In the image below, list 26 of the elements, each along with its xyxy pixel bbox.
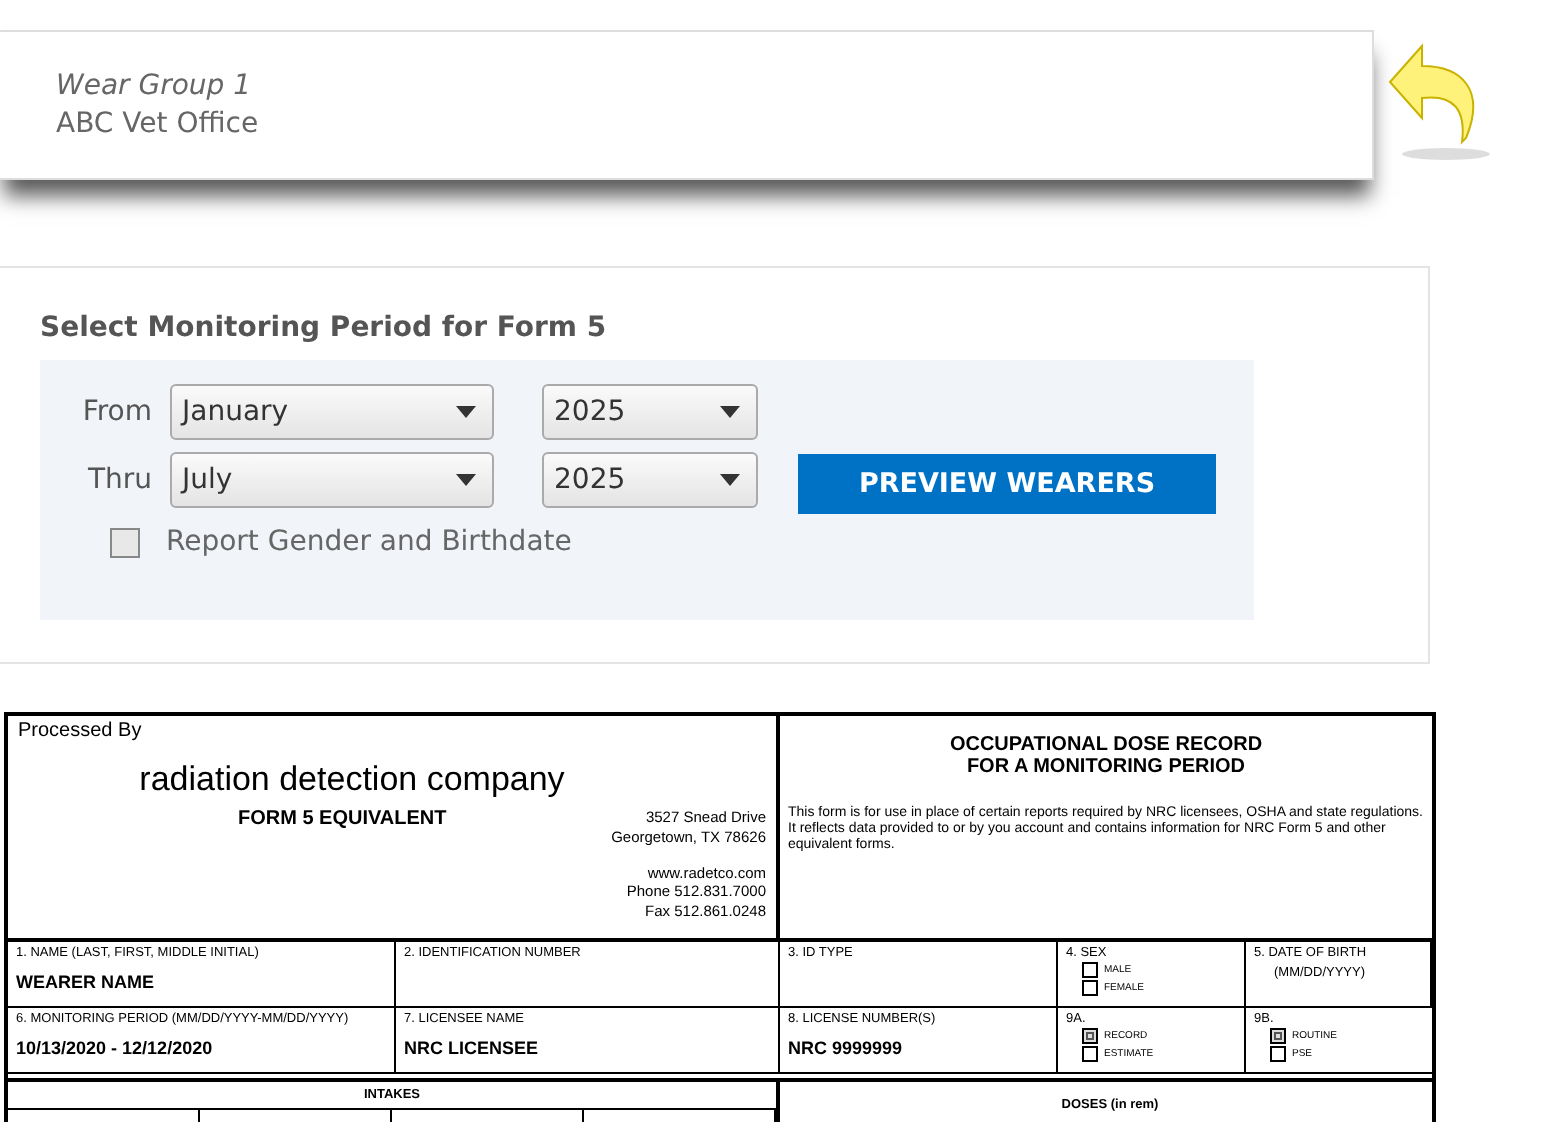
processed-by-label: Processed By — [18, 720, 144, 742]
year-select[interactable]: 2025 — [542, 384, 758, 440]
group-name: Wear Group 1 — [56, 70, 254, 102]
month-select[interactable]: July — [170, 452, 494, 508]
office-name: ABC Vet Office — [56, 108, 261, 140]
field-value: NRC LICENSEE — [404, 1038, 541, 1058]
caret-icon — [456, 474, 476, 486]
field-value: WEARER NAME — [16, 972, 156, 992]
form-title: OCCUPATIONAL DOSE RECORD — [947, 736, 1265, 757]
field-value: NRC 9999999 — [788, 1038, 905, 1058]
year-select[interactable]: 2025 — [542, 452, 758, 508]
row-label: Thru — [85, 464, 152, 496]
section-title: Select Monitoring Period for Form 5 — [40, 312, 609, 344]
company-name: radiation detection company — [137, 760, 567, 800]
checkbox[interactable] — [110, 527, 140, 557]
caret-icon — [720, 474, 740, 486]
form-title: FOR A MONITORING PERIOD — [964, 757, 1248, 778]
caret-icon — [720, 406, 740, 418]
checkbox-label: Report Gender and Birthdate — [166, 526, 572, 558]
form-subtitle: FORM 5 EQUIVALENT — [238, 808, 447, 834]
row-label: From — [80, 396, 152, 428]
month-select[interactable]: January — [170, 384, 494, 440]
preview-button[interactable]: PREVIEW WEARERS — [798, 454, 1216, 514]
back-arrow-icon[interactable] — [1386, 42, 1490, 166]
caret-icon — [456, 406, 476, 418]
field-value: 10/13/2020 - 12/12/2020 — [16, 1038, 215, 1058]
